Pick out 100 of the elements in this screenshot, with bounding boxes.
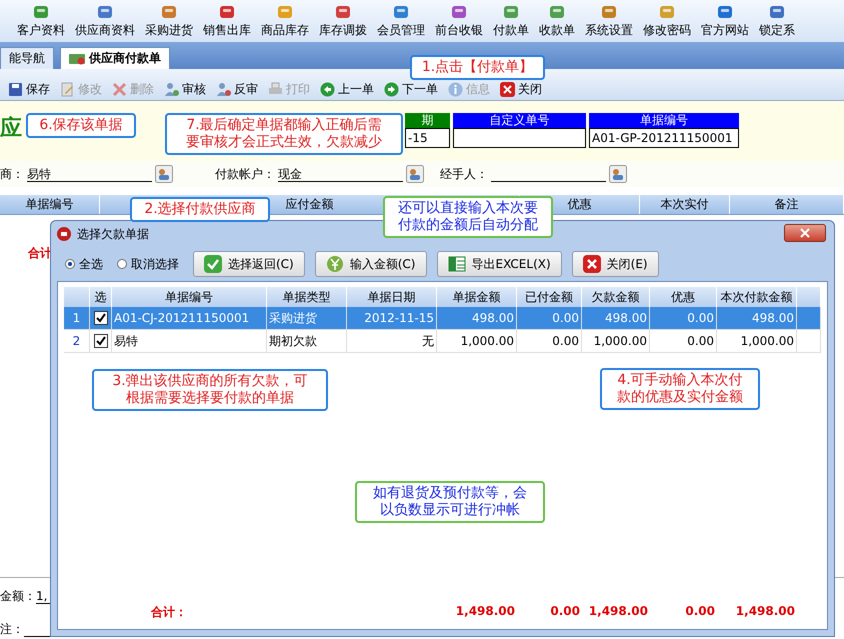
field-label: 经手人： [440, 166, 488, 182]
code-header: 自定义单号 [453, 113, 586, 128]
callout: 4.可手动输入本次付 款的优惠及实付金额 [600, 368, 760, 410]
menu-item[interactable]: 锁定系 [754, 0, 800, 42]
menu-item[interactable]: 供应商资料 [70, 0, 140, 42]
app-icon [334, 4, 352, 20]
table-row[interactable]: 2 易特 期初欠款 无 1,000.00 0.00 1,000.00 0.00 1,000.00 [64, 330, 821, 353]
toolbar-button[interactable]: 反审 [212, 81, 262, 97]
menu-item[interactable]: 付款单 [488, 0, 534, 42]
callout: 1.点击【付款单】 [410, 55, 545, 80]
lookup-button[interactable] [406, 165, 424, 183]
table-cell: 0.00 [517, 307, 582, 329]
menu-item[interactable]: 会员管理 [372, 0, 430, 42]
column-header: 备注 [774, 197, 798, 211]
radio-option[interactable]: 全选 [65, 256, 103, 272]
row-number: 2 [64, 330, 90, 352]
code-field[interactable]: -15 [405, 128, 450, 148]
check-icon [204, 255, 222, 273]
dialog-button[interactable]: 输入金额(C) [314, 251, 426, 277]
table-cell: A01-CJ-201211150001 [112, 307, 267, 329]
app-icon [658, 4, 676, 20]
table-cell: 498.00 [717, 307, 797, 329]
spreadsheet-icon [448, 255, 466, 273]
table-cell: 易特 [112, 330, 267, 352]
code-header: 期 [405, 113, 450, 128]
printer-icon [268, 82, 283, 96]
floppy-icon [8, 82, 23, 96]
dialog-button[interactable]: 导出EXCEL(X) [436, 251, 562, 277]
field-label: 付款帐户： [215, 166, 275, 182]
close-icon [500, 82, 515, 96]
tab[interactable]: 供应商付款单 [60, 47, 170, 69]
toolbar-button[interactable]: 下一单 [380, 81, 442, 97]
dialog-title: 选择欠款单据 [77, 226, 149, 242]
table-cell: 498.00 [582, 307, 650, 329]
toolbar-button[interactable]: 关闭 [496, 81, 546, 97]
dialog-button[interactable]: 关闭(E) [572, 251, 659, 277]
callout: 6.保存该单据 [26, 113, 136, 138]
coin-icon [326, 255, 344, 273]
toolbar-button[interactable]: 上一单 [316, 81, 378, 97]
total-value: 0.00 [549, 604, 581, 620]
input-field[interactable]: 易特 [27, 166, 152, 182]
app-icon [768, 4, 786, 20]
field-label: 注： [0, 621, 24, 638]
menu-item[interactable]: 库存调拨 [314, 0, 372, 42]
form-title: 应 [0, 116, 22, 141]
table-cell: 1,000.00 [437, 330, 517, 352]
menu-item[interactable]: 采购进货 [140, 0, 198, 42]
app-icon [502, 4, 520, 20]
app-icon [548, 4, 566, 20]
code-field[interactable] [453, 128, 586, 148]
app-icon [276, 4, 294, 20]
menu-item[interactable]: 商品库存 [256, 0, 314, 42]
menu-item[interactable]: 官方网站 [696, 0, 754, 42]
menu-item[interactable]: 系统设置 [580, 0, 638, 42]
table-row[interactable]: 1 A01-CJ-201211150001 采购进货 2012-11-15 498.00 0.00 498.00 0.00 498.00 [64, 307, 821, 330]
app-icon [716, 4, 734, 20]
app-icon [450, 4, 468, 20]
app-icon [218, 4, 236, 20]
column-header: 本次实付 [660, 197, 708, 211]
app-icon [160, 4, 178, 20]
total-label: 合计： [150, 604, 188, 621]
toolbar-button[interactable]: 保存 [4, 81, 54, 97]
table-cell: 0.00 [650, 307, 717, 329]
menu-item[interactable]: 修改密码 [638, 0, 696, 42]
close-button[interactable] [784, 224, 826, 242]
dialog-button[interactable]: 选择返回(C) [193, 251, 305, 277]
checkbox[interactable] [94, 334, 108, 348]
code-field[interactable]: A01-GP-201211150001 [589, 128, 739, 148]
total-value: 1,498.00 [734, 604, 796, 620]
menu-item[interactable]: 前台收银 [430, 0, 488, 42]
code-header: 单据编号 [589, 113, 739, 128]
column-header: 单据编号 [26, 197, 74, 211]
menu-item[interactable]: 客户资料 [12, 0, 70, 42]
user-icon [164, 82, 179, 96]
callout: 2.选择付款供应商 [130, 197, 270, 222]
app-icon [32, 4, 50, 20]
callout: 7.最后确定单据都输入正确后需 要审核才会正式生效，欠款减少 [165, 113, 403, 155]
pencil-icon [60, 82, 75, 96]
checkbox[interactable] [94, 311, 108, 325]
input-field[interactable]: 现金 [278, 166, 403, 182]
menu-item[interactable]: 收款单 [534, 0, 580, 42]
table-cell: 采购进货 [267, 307, 347, 329]
cross-icon [112, 82, 127, 96]
column-header: 优惠 [568, 197, 592, 211]
menu-item[interactable]: 销售出库 [198, 0, 256, 42]
table-cell: 0.00 [517, 330, 582, 352]
app-icon [96, 4, 114, 20]
tab[interactable]: 能导航 [0, 47, 54, 69]
lookup-button[interactable] [609, 165, 627, 183]
lookup-button[interactable] [155, 165, 173, 183]
radio-option[interactable]: 取消选择 [117, 256, 179, 272]
money-icon [69, 52, 85, 64]
total-value: 0.00 [684, 604, 716, 620]
total-label: 合计 [28, 245, 52, 262]
table-cell: 2012-11-15 [347, 307, 437, 329]
table-cell: 无 [347, 330, 437, 352]
total-value: 1,498.00 [454, 604, 516, 620]
toolbar-button[interactable]: 审核 [160, 81, 210, 97]
close-icon [799, 228, 811, 238]
app-icon [600, 4, 618, 20]
